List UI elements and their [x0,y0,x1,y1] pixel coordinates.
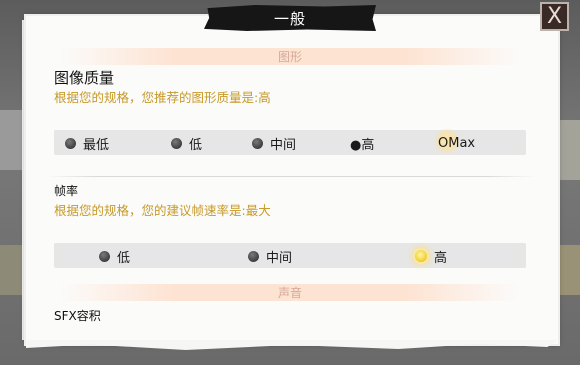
framerate-options: 低 中间 高 [54,243,526,268]
framerate-hint: 根据您的规格，您的建议帧速率是:最大 [54,203,271,218]
image-quality-hint: 根据您的规格，您推荐的图形质量是:高 [54,90,271,105]
section-title-sound: 声音 [277,286,302,300]
section-title-graphics: 图形 [277,50,302,64]
image-quality-options: 最低 低 中间 ●高 OMax [54,128,526,155]
framerate-option-medium[interactable]: 中间 [248,244,292,268]
section-divider [46,176,536,177]
framerate-option-label: 中间 [266,250,293,266]
radio-icon [171,137,182,149]
sfx-volume-label: SFX容积 [54,309,101,323]
close-icon: X [546,3,563,29]
radio-icon [99,250,110,262]
framerate-option-label: 低 [117,250,131,266]
framerate-option-label: 高 [434,250,448,266]
radio-icon [252,137,263,149]
quality-option-high[interactable]: ●高 [350,131,374,155]
section-banner-sound: 声音 [60,284,520,301]
section-banner-graphics: 图形 [60,48,520,65]
quality-option-label: 低 [189,137,203,153]
quality-option-label: 最低 [83,137,110,153]
framerate-heading: 帧率 [54,184,79,198]
quality-option-label: 中间 [270,137,297,153]
image-quality-heading: 图像质量 [54,69,115,87]
radio-selected-icon [415,250,427,262]
quality-option-label: OMax [438,135,476,151]
quality-option-lowest[interactable]: 最低 [65,131,109,155]
radio-icon [65,137,76,149]
quality-option-max[interactable]: OMax [434,128,476,155]
framerate-option-high[interactable]: 高 [415,244,447,268]
framerate-option-low[interactable]: 低 [99,244,130,268]
quality-option-medium[interactable]: 中间 [252,131,296,155]
dialog-title: 一般 [273,9,306,28]
dialog-title-tab: 一般 [204,5,376,31]
close-button[interactable]: X [540,2,569,31]
quality-option-label: ●高 [350,137,375,153]
quality-option-low[interactable]: 低 [171,131,202,155]
radio-icon [248,250,259,262]
